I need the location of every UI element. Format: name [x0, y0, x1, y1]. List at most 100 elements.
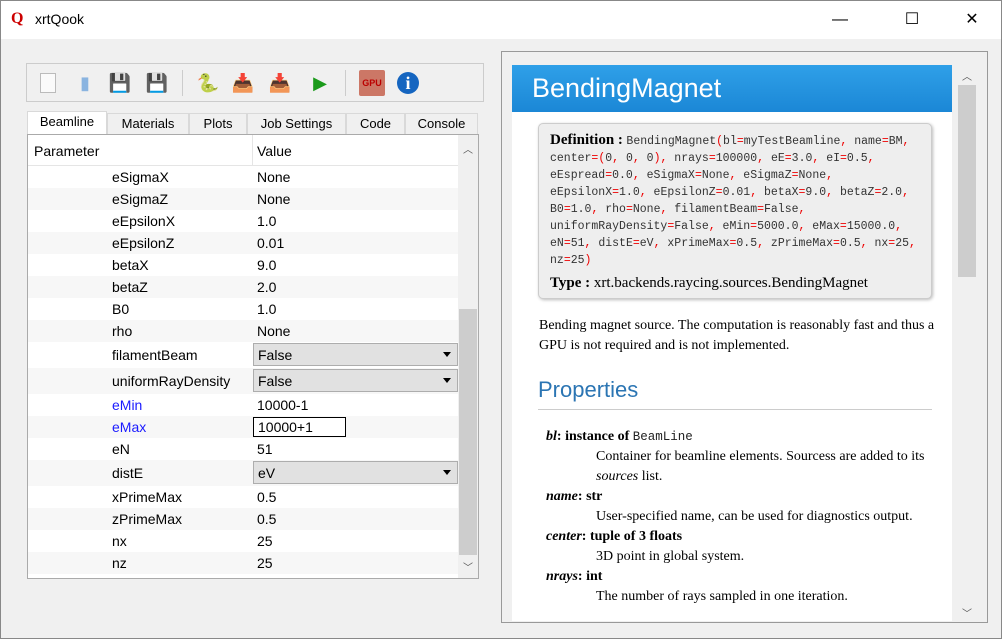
gpu-icon[interactable]: GPU [359, 70, 385, 96]
value-dropdown[interactable]: eV [253, 461, 458, 484]
parameter-name: B0 [112, 301, 130, 317]
save-as-icon[interactable]: 💾 [144, 70, 170, 96]
tab-console[interactable]: Console [405, 113, 478, 135]
parameter-name: zPrimeMax [112, 511, 183, 527]
parameter-name: eSigmaZ [112, 191, 169, 207]
tab-materials[interactable]: Materials [107, 113, 189, 135]
new-icon[interactable] [35, 70, 61, 96]
value-dropdown[interactable]: False [253, 369, 458, 392]
doc-description: Bending magnet source. The computation i… [539, 318, 935, 353]
parameter-name: uniformRayDensity [112, 373, 231, 389]
value-dropdown[interactable]: False [253, 343, 458, 366]
tab-plots[interactable]: Plots [189, 113, 247, 135]
open-icon[interactable]: ▮ [72, 70, 98, 96]
tab-code[interactable]: Code [346, 113, 405, 135]
column-header-parameter[interactable]: Parameter [34, 143, 99, 159]
documentation-panel: BendingMagnet Definition : BendingMagnet… [501, 51, 988, 623]
type-value: xrt.backends.raycing.sources.BendingMagn… [593, 275, 868, 291]
scrollbar-thumb[interactable] [459, 309, 477, 555]
save-python-icon[interactable]: 📥 [230, 70, 256, 96]
table-row[interactable]: B0 1.0 [28, 298, 458, 320]
parameter-value[interactable]: 9.0 [257, 257, 276, 273]
dropdown-value: eV [258, 465, 276, 481]
value-input[interactable]: 10000+1 [253, 417, 346, 437]
property-name: center: tuple of 3 floats [546, 529, 683, 544]
parameter-name: eMax [112, 419, 147, 435]
definition-label: Definition : [550, 132, 623, 148]
table-scrollbar[interactable]: ︿ ﹀ [458, 135, 478, 578]
table-row[interactable]: uniformRayDensity False [28, 368, 458, 394]
parameter-name: eN [112, 441, 130, 457]
parameter-value[interactable]: 1.0 [257, 213, 276, 229]
scroll-down-icon[interactable]: ﹀ [458, 559, 478, 574]
property-name: nrays: int [546, 569, 603, 584]
parameter-table: Parameter Value eSigmaX None eSigmaZ None eE… [27, 134, 479, 579]
parameter-name: eEpsilonX [112, 213, 176, 229]
parameter-name: nx [112, 533, 127, 549]
table-row[interactable]: xPrimeMax 0.5 [28, 486, 458, 508]
parameter-value[interactable]: 0.5 [257, 511, 276, 527]
parameter-value[interactable]: 51 [257, 441, 273, 457]
property-description: Container for beamline elements. Sources… [596, 449, 925, 484]
table-row[interactable]: eMin 10000-1 [28, 394, 458, 416]
parameter-value[interactable]: None [257, 191, 290, 207]
scroll-up-icon[interactable]: ︿ [458, 141, 478, 156]
tab-bar: Beamline Materials Plots Job Settings Co… [27, 111, 479, 135]
parameter-value[interactable]: 2.0 [257, 279, 276, 295]
doc-scrollbar[interactable]: ︿ ﹀ [957, 65, 977, 621]
parameter-value[interactable]: 10000-1 [257, 397, 308, 413]
parameter-value[interactable]: None [257, 323, 290, 339]
documentation-view: BendingMagnet Definition : BendingMagnet… [512, 65, 952, 621]
save-icon[interactable]: 💾 [107, 70, 133, 96]
scroll-up-icon[interactable]: ︿ [957, 68, 977, 83]
table-body: eSigmaX None eSigmaZ None eEpsilonX 1.0 eEpsil… [28, 166, 458, 574]
chevron-down-icon [443, 378, 451, 383]
table-row[interactable]: eSigmaX None [28, 166, 458, 188]
parameter-name: rho [112, 323, 133, 339]
scroll-down-icon[interactable]: ﹀ [957, 605, 977, 620]
run-icon[interactable]: ▶ [307, 70, 333, 96]
maximize-button[interactable]: ☐ [889, 1, 935, 39]
table-row[interactable]: rho None [28, 320, 458, 342]
toolbar: ▮ 💾 💾 🐍 📥 📥 ▶ GPU i [26, 63, 484, 102]
scrollbar-thumb[interactable] [958, 85, 976, 277]
parameter-value[interactable]: 1.0 [257, 301, 276, 317]
parameter-name: betaZ [112, 279, 148, 295]
parameter-name: eEpsilonZ [112, 235, 175, 251]
save-python-as-icon[interactable]: 📥 [267, 70, 293, 96]
info-icon[interactable]: i [397, 72, 419, 94]
table-row[interactable]: eN 51 [28, 438, 458, 460]
table-header: Parameter Value [28, 135, 458, 166]
parameter-value[interactable]: None [257, 169, 290, 185]
table-row[interactable]: distE eV [28, 460, 458, 486]
table-row[interactable]: nx 25 [28, 530, 458, 552]
parameter-value[interactable]: 0.5 [257, 489, 276, 505]
table-row[interactable]: betaX 9.0 [28, 254, 458, 276]
table-row[interactable]: eMax 10000+1 [28, 416, 458, 438]
table-row[interactable]: zPrimeMax 0.5 [28, 508, 458, 530]
input-text: 10000+1 [258, 419, 313, 435]
minimize-button[interactable]: — [817, 1, 863, 39]
parameter-name: betaX [112, 257, 149, 273]
dropdown-value: False [258, 347, 293, 363]
table-row[interactable]: nz 25 [28, 552, 458, 574]
parameter-value[interactable]: 25 [257, 555, 273, 571]
parameter-value[interactable]: 25 [257, 533, 273, 549]
table-row[interactable]: filamentBeam False [28, 342, 458, 368]
parameter-name: distE [112, 465, 144, 481]
python-code-icon[interactable]: 🐍 [195, 70, 221, 96]
table-row[interactable]: betaZ 2.0 [28, 276, 458, 298]
title-bar: Q xrtQook — ☐ ✕ [1, 1, 1001, 39]
tab-job-settings[interactable]: Job Settings [247, 113, 346, 135]
definition-box: Definition : BendingMagnet(bl=myTestBeam… [538, 123, 932, 299]
table-row[interactable]: eEpsilonX 1.0 [28, 210, 458, 232]
close-button[interactable]: ✕ [949, 1, 995, 39]
parameter-value[interactable]: 0.01 [257, 235, 284, 251]
column-header-value[interactable]: Value [257, 143, 292, 159]
parameter-name: eMin [112, 397, 143, 413]
tab-beamline[interactable]: Beamline [27, 111, 107, 135]
table-row[interactable]: eSigmaZ None [28, 188, 458, 210]
property-description: 3D point in global system. [596, 549, 745, 564]
table-row[interactable]: eEpsilonZ 0.01 [28, 232, 458, 254]
property-description: The number of rays sampled in one iterat… [596, 589, 848, 604]
